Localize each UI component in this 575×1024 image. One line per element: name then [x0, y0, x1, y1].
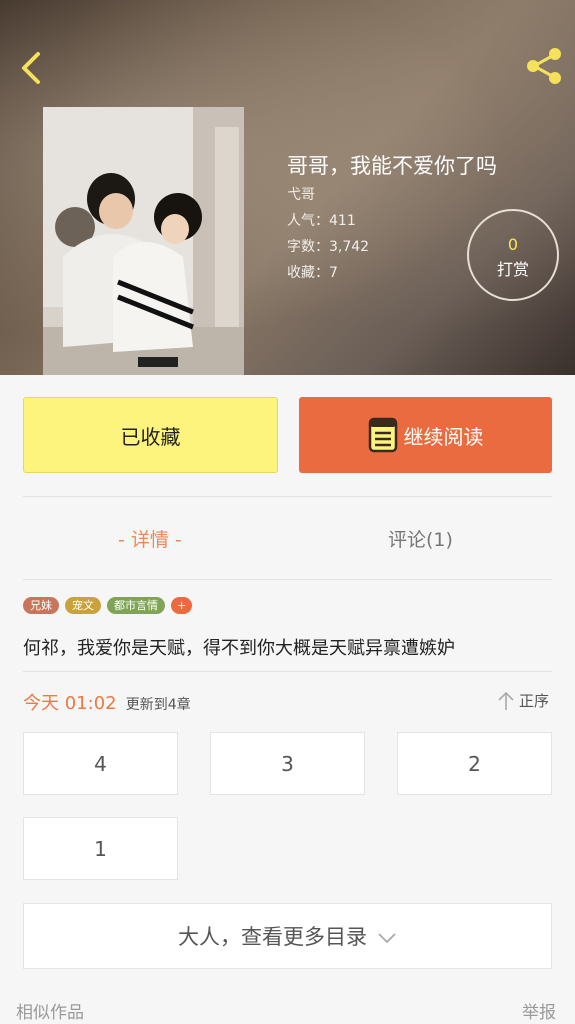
- book-icon: [368, 417, 397, 453]
- arrow-up-icon: [498, 691, 514, 710]
- tip-button[interactable]: 0 打赏: [467, 209, 559, 301]
- tab-comments[interactable]: 评论(1): [388, 525, 453, 552]
- chapter-button[interactable]: 2: [397, 732, 552, 795]
- author-name[interactable]: 弋哥: [287, 184, 315, 204]
- update-time: 今天 01:02: [23, 693, 117, 714]
- favorited-label: 已收藏: [120, 424, 181, 449]
- tab-details[interactable]: - 详情 -: [118, 525, 182, 552]
- favorited-button[interactable]: 已收藏: [23, 397, 278, 473]
- chapter-button[interactable]: 1: [23, 817, 178, 880]
- more-catalog-label: 大人，查看更多目录: [178, 925, 367, 949]
- chapter-button[interactable]: 3: [210, 732, 365, 795]
- continue-reading-button[interactable]: 继续阅读: [299, 397, 552, 473]
- book-header: 哥哥，我能不爱你了吗 弋哥 人气：411 字数：3,742 收藏：7 0 打赏: [0, 0, 575, 375]
- book-description: 何祁，我爱你是天赋，得不到你大概是天赋异禀遭嫉妒: [23, 638, 455, 659]
- chapter-button[interactable]: 4: [23, 732, 178, 795]
- favorites-stat: 收藏：7: [287, 265, 338, 281]
- tip-label: 打赏: [496, 260, 529, 279]
- continue-reading-label: 继续阅读: [403, 424, 484, 449]
- share-icon[interactable]: [522, 44, 566, 88]
- similar-works-heading: 相似作品: [16, 1003, 84, 1023]
- word-count-stat: 字数：3,742: [287, 239, 370, 255]
- book-cover-image: [43, 107, 244, 375]
- more-catalog-button[interactable]: 大人，查看更多目录: [23, 903, 552, 969]
- add-tag-button[interactable]: +: [171, 597, 193, 614]
- tag-pampering[interactable]: 宠文: [65, 597, 101, 614]
- tip-count: 0: [507, 235, 519, 254]
- sort-order-toggle[interactable]: 正序: [497, 690, 549, 711]
- book-title: 哥哥，我能不爱你了吗: [287, 154, 497, 178]
- update-text: 更新到4章: [125, 697, 191, 713]
- back-arrow-icon[interactable]: [14, 48, 48, 88]
- divider: [23, 579, 552, 580]
- tag-sibling[interactable]: 兄妹: [23, 597, 59, 614]
- tag-urban-romance[interactable]: 都市言情: [107, 597, 165, 614]
- popularity-stat: 人气：411: [287, 213, 356, 229]
- divider: [23, 496, 552, 497]
- chevron-down-icon: [378, 933, 396, 944]
- update-info: 今天 01:02 更新到4章: [23, 689, 191, 715]
- tag-list: 兄妹 宠文 都市言情 +: [23, 597, 193, 614]
- sort-order-label: 正序: [519, 692, 550, 710]
- divider: [23, 671, 552, 672]
- report-link[interactable]: 举报: [522, 998, 556, 1023]
